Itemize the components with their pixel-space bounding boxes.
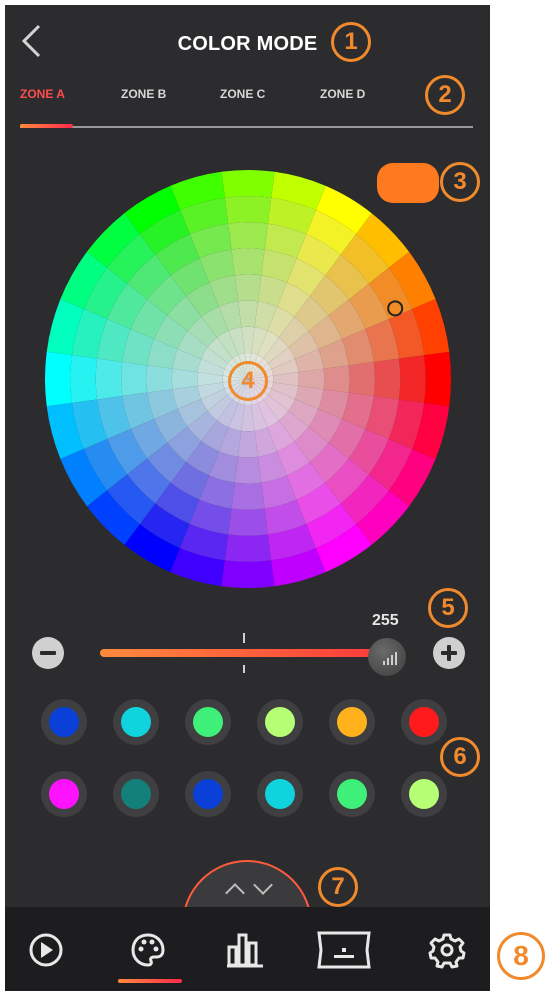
preset-color-5[interactable] [329,699,375,745]
color-wheel-segment[interactable] [298,368,325,390]
tab-zone-b[interactable]: ZONE B [121,87,166,101]
brightness-slider-thumb[interactable] [368,638,406,676]
preset-color-9[interactable] [185,771,231,817]
preset-color-3[interactable] [185,699,231,745]
brightness-slider[interactable] [100,649,380,657]
preset-swatch [121,779,151,809]
preset-swatch [409,707,439,737]
bottom-navigation [5,907,490,991]
signal-bars-icon [383,652,397,665]
color-wheel-segment[interactable] [228,508,268,536]
page-title: COLOR MODE [177,33,318,55]
color-wheel-segment[interactable] [228,222,268,250]
color-wheel-segment[interactable] [224,196,272,224]
preset-swatch [337,707,367,737]
preset-color-7[interactable] [41,771,87,817]
callout-1: 1 [331,22,371,62]
color-wheel-segment[interactable] [45,351,72,407]
equalizer-icon[interactable] [225,929,265,969]
gear-icon[interactable] [428,931,466,969]
tab-divider [20,126,473,128]
tab-zone-a[interactable]: ZONE A [20,87,65,101]
color-wheel-segment[interactable] [231,482,265,510]
tab-zone-d[interactable]: ZONE D [320,87,365,101]
callout-5: 5 [428,588,468,628]
color-wheel-segment[interactable] [224,534,272,562]
callout-3: 3 [440,162,480,202]
color-wheel-segment[interactable] [221,170,275,198]
chevron-up-icon [225,883,245,903]
preset-swatch [193,779,223,809]
color-wheel-segment[interactable] [221,560,275,588]
color-wheel-segment[interactable] [171,368,198,390]
preset-color-8[interactable] [113,771,159,817]
color-wheel-segment[interactable] [146,365,173,393]
preset-color-4[interactable] [257,699,303,745]
preset-swatch [265,779,295,809]
chevron-down-icon [253,875,273,895]
preset-swatch [265,707,295,737]
preset-color-12[interactable] [401,771,447,817]
display-icon[interactable] [315,929,373,971]
preset-swatch [49,779,79,809]
palette-icon[interactable] [129,931,167,969]
preset-swatch [49,707,79,737]
color-wheel-segment[interactable] [234,456,262,484]
increase-brightness-button[interactable] [433,637,465,669]
preset-swatch [409,779,439,809]
slider-center-tick [243,633,245,673]
color-wheel-segment[interactable] [234,274,262,302]
color-wheel-segment[interactable] [373,358,401,400]
preset-color-10[interactable] [257,771,303,817]
color-wheel-segment[interactable] [323,365,350,393]
preset-color-2[interactable] [113,699,159,745]
callout-2: 2 [425,75,465,115]
callout-8: 8 [497,932,545,980]
nav-active-indicator [118,979,182,983]
color-wheel-segment[interactable] [238,300,258,328]
color-wheel-segment[interactable] [95,358,123,400]
color-wheel-segment[interactable] [238,430,258,458]
callout-6: 6 [440,737,480,777]
color-wheel-segment[interactable] [348,361,375,397]
preset-color-11[interactable] [329,771,375,817]
color-wheel-segment[interactable] [70,355,98,403]
callout-7: 7 [318,867,358,907]
preset-color-1[interactable] [41,699,87,745]
tab-zone-c[interactable]: ZONE C [220,87,265,101]
brightness-value: 255 [372,612,399,629]
color-wheel-segment[interactable] [424,351,451,407]
preset-swatch [337,779,367,809]
tab-active-indicator [20,124,73,128]
preset-swatch [193,707,223,737]
preset-color-6[interactable] [401,699,447,745]
color-wheel-segment[interactable] [398,355,426,403]
color-wheel-segment[interactable] [121,361,148,397]
play-icon[interactable] [28,932,64,968]
callout-4: 4 [228,361,268,401]
color-wheel-segment[interactable] [231,248,265,276]
app-screen: COLOR MODE ZONE A ZONE B ZONE C ZONE D 2… [5,5,490,991]
decrease-brightness-button[interactable] [32,637,64,669]
preset-swatch [121,707,151,737]
